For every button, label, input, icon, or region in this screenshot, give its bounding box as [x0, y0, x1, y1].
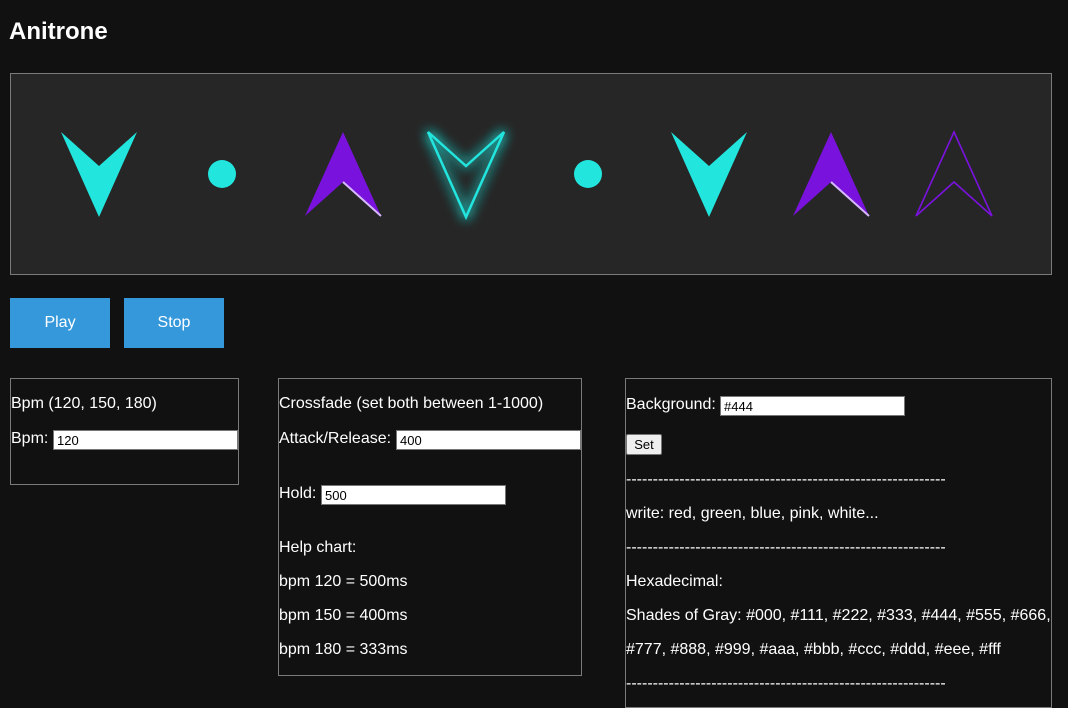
dot-shape — [208, 160, 236, 188]
bpm-heading: Bpm (120, 150, 180) — [11, 395, 157, 412]
attack-release-input[interactable] — [396, 430, 581, 450]
hold-input[interactable] — [321, 485, 506, 505]
app-title: Anitrone — [9, 18, 108, 45]
attack-release-label: Attack/Release: — [279, 430, 392, 447]
separator: ----------------------------------------… — [626, 471, 946, 488]
separator: ----------------------------------------… — [626, 675, 946, 692]
bpm-input[interactable] — [53, 430, 238, 450]
stop-button[interactable]: Stop — [124, 298, 224, 348]
background-panel: Background: Set ------------------------… — [625, 378, 1052, 708]
separator: ----------------------------------------… — [626, 539, 946, 556]
play-button[interactable]: Play — [10, 298, 110, 348]
stage-shapes — [61, 130, 993, 221]
help-line: bpm 150 = 400ms — [279, 607, 408, 624]
hold-label: Hold: — [279, 485, 317, 502]
help-chart-title: Help chart: — [279, 539, 357, 556]
arrow-down-shape — [671, 132, 747, 217]
gray-shades-line: #777, #888, #999, #aaa, #bbb, #ccc, #ddd… — [626, 641, 1001, 658]
background-input[interactable] — [720, 396, 905, 416]
dot-shape — [574, 160, 602, 188]
bpm-panel: Bpm (120, 150, 180) Bpm: — [10, 378, 239, 485]
set-background-button[interactable]: Set — [626, 434, 662, 455]
animation-stage — [10, 73, 1052, 275]
gray-shades-line: Shades of Gray: #000, #111, #222, #333, … — [626, 607, 1051, 624]
background-label: Background: — [626, 396, 716, 413]
crossfade-heading: Crossfade (set both between 1-1000) — [279, 395, 544, 412]
arrow-up-shape — [305, 132, 381, 216]
arrow-down-shape — [61, 132, 137, 217]
crossfade-panel: Crossfade (set both between 1-1000) Atta… — [278, 378, 582, 676]
help-line: bpm 120 = 500ms — [279, 573, 408, 590]
arrow-up-shape — [915, 130, 993, 217]
help-line: bpm 180 = 333ms — [279, 641, 408, 658]
arrow-down-shape — [426, 131, 506, 221]
arrow-up-shape — [793, 132, 869, 216]
hexadecimal-title: Hexadecimal: — [626, 573, 723, 590]
color-names-hint: write: red, green, blue, pink, white... — [626, 505, 879, 522]
bpm-label: Bpm: — [11, 430, 49, 447]
